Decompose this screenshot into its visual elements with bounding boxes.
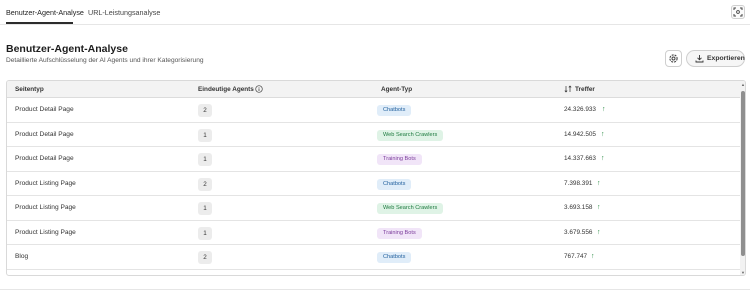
settings-button[interactable] [665, 50, 682, 67]
cell-page-type: Product Listing Page [15, 228, 76, 236]
table-row[interactable]: Product Listing Page 1 Web Search Crawle… [7, 196, 740, 221]
cell-unique-agents: 1 [198, 153, 212, 166]
trend-up-icon: ↑ [601, 130, 605, 138]
bottom-divider [0, 289, 750, 290]
cell-unique-agents: 2 [198, 251, 212, 264]
column-header-unique-agents[interactable]: Eindeutige Agents [198, 86, 254, 93]
cell-hits: 7.398.391 [564, 179, 593, 187]
cell-hits: 3.679.556 [564, 228, 593, 236]
cell-unique-agents: 1 [198, 128, 212, 142]
export-label: Exportieren [707, 55, 745, 62]
tab-url-leistungsanalyse[interactable]: URL-Leistungsanalyse [88, 8, 160, 17]
scrollbar-thumb[interactable] [741, 91, 745, 256]
cell-unique-agents: 1 [198, 202, 212, 215]
trend-up-icon: ↑ [597, 204, 601, 211]
column-header-agent-type[interactable]: Agent-Typ [381, 86, 412, 93]
cell-unique-agents: 2 [198, 104, 212, 117]
agent-type-badge: Web Search Crawlers [377, 203, 444, 214]
agent-type-badge: Web Search Crawlers [377, 129, 444, 141]
cell-page-type: Blog [15, 253, 29, 260]
fullscreen-button[interactable] [731, 5, 745, 19]
cell-unique-agents: 2 [198, 276, 212, 277]
scroll-up-arrow-icon[interactable]: ▲ [740, 82, 745, 88]
cell-page-type: Product Listing Page [15, 204, 76, 211]
table-row[interactable]: Product Detail Page 2 Chatbots 24.326.93… [7, 98, 740, 123]
table-header: Seitentyp Eindeutige Agents Agent-Typ Tr… [7, 81, 745, 98]
cell-page-type: Product Detail Page [15, 106, 74, 113]
export-button[interactable]: Exportieren [686, 50, 745, 67]
tab-benutzer-agent-analyse[interactable]: Benutzer-Agent-Analyse [6, 8, 84, 17]
tab-bar: Benutzer-Agent-Analyse URL-Leistungsanal… [0, 0, 750, 25]
cell-unique-agents: 1 [198, 226, 212, 240]
focus-frame-icon [733, 7, 743, 17]
agent-type-badge: Training Bots [377, 154, 422, 165]
cell-page-type: Product Detail Page [15, 155, 74, 162]
cell-hits: 14.942.505 [564, 130, 596, 138]
gear-icon [669, 54, 678, 63]
scroll-down-arrow-icon[interactable]: ▼ [740, 270, 745, 275]
info-icon[interactable] [255, 85, 263, 93]
trend-up-icon: ↑ [591, 253, 595, 260]
agent-type-badge: Chatbots [377, 178, 412, 190]
trend-up-icon: ↑ [597, 228, 601, 236]
trend-up-icon: ↑ [602, 106, 606, 113]
download-icon [695, 55, 704, 63]
table-row[interactable]: Product Detail Page 1 Training Bots 14.3… [7, 147, 740, 172]
cell-unique-agents: 2 [198, 177, 212, 191]
cell-hits: 767.747 [564, 253, 588, 260]
page-title: Benutzer-Agent-Analyse [6, 43, 128, 55]
table-row[interactable]: 2 Chatbots [7, 270, 740, 277]
cell-page-type: Product Detail Page [15, 130, 74, 138]
table-row[interactable]: Blog 2 Chatbots 767.747 ↑ [7, 245, 740, 270]
agent-type-badge: Chatbots [377, 105, 412, 116]
cell-hits: 3.693.158 [564, 204, 593, 211]
column-header-page-type[interactable]: Seitentyp [15, 86, 44, 93]
agent-table: Seitentyp Eindeutige Agents Agent-Typ Tr… [6, 80, 746, 276]
table-row[interactable]: Product Listing Page 2 Chatbots 7.398.39… [7, 172, 740, 196]
table-row[interactable]: Product Listing Page 1 Training Bots 3.6… [7, 221, 740, 245]
trend-up-icon: ↑ [597, 179, 601, 187]
agent-type-badge: Chatbots [377, 252, 412, 263]
column-header-hits[interactable]: Treffer [575, 86, 595, 93]
sort-icon[interactable] [564, 85, 572, 93]
cell-hits: 24.326.933 [564, 106, 596, 113]
cell-page-type: Product Listing Page [15, 179, 76, 187]
agent-type-badge: Training Bots [377, 227, 422, 239]
cell-hits: 14.337.663 [564, 155, 596, 162]
trend-up-icon: ↑ [601, 155, 605, 162]
table-row[interactable]: Product Detail Page 1 Web Search Crawler… [7, 123, 740, 147]
tab-divider [0, 24, 750, 25]
page-subtitle: Detaillierte Aufschlüsselung der AI Agen… [6, 57, 204, 64]
